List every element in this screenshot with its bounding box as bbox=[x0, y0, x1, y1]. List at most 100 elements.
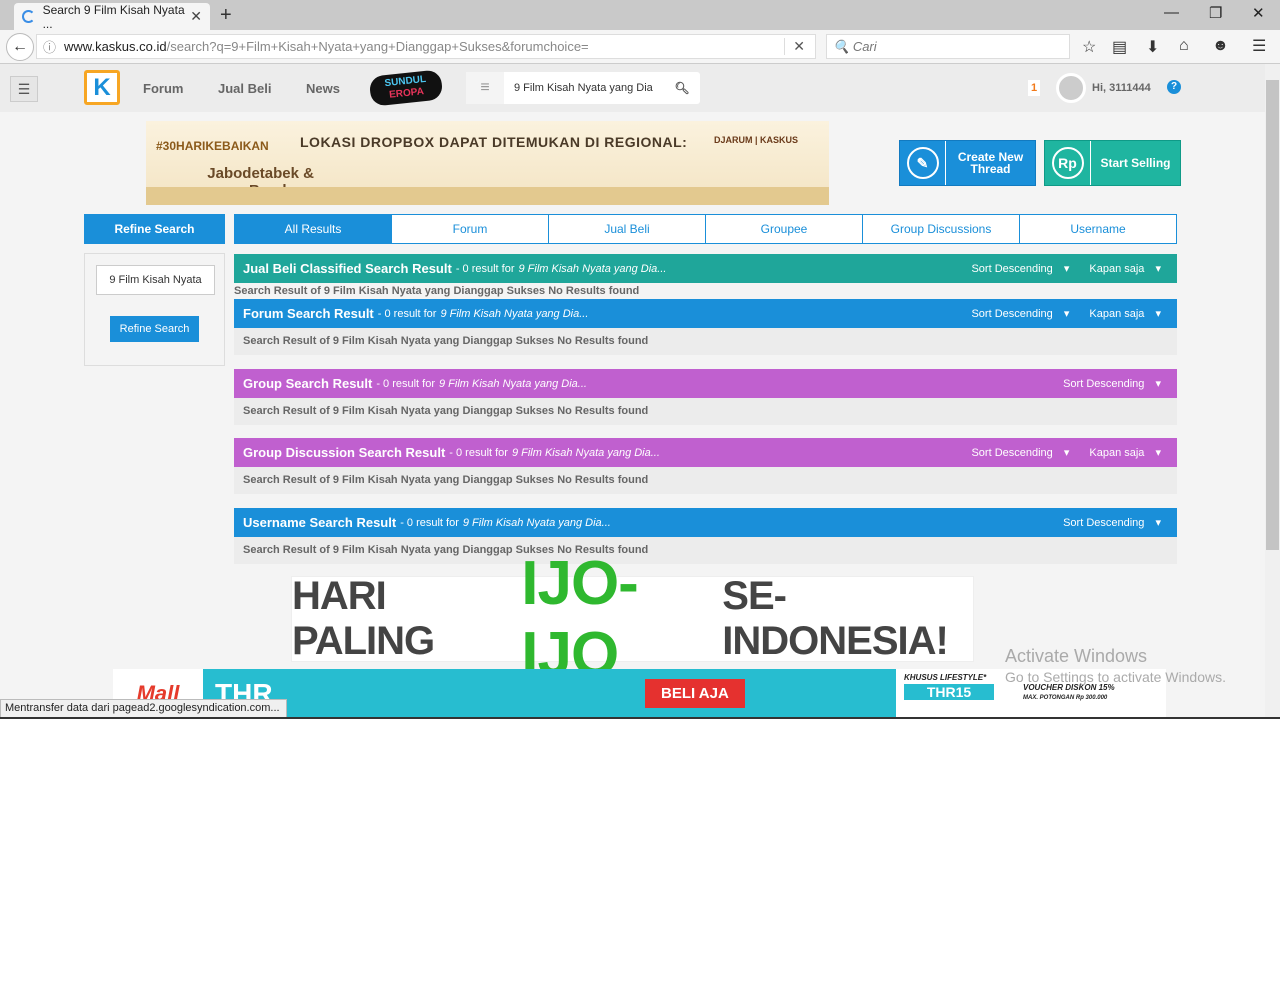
section-body: Search Result of 9 Film Kisah Nyata yang… bbox=[234, 328, 1177, 355]
ad-text-c: SE-INDONESIA! bbox=[722, 574, 949, 663]
section-query: 9 Film Kisah Nyata yang Dia... bbox=[518, 262, 667, 275]
voucher-code: THR15 bbox=[904, 684, 994, 700]
nav-news[interactable]: News bbox=[306, 81, 340, 96]
banner-ad[interactable]: #30HARIKEBAIKAN LOKASI DROPBOX DAPAT DIT… bbox=[146, 121, 829, 205]
tab-forum[interactable]: Forum bbox=[391, 215, 548, 243]
banner-hill bbox=[146, 187, 829, 205]
section-title: Group Discussion Search Result bbox=[243, 445, 446, 460]
beli-aja-button[interactable]: BELI AJA bbox=[645, 679, 745, 708]
section-body: Search Result of 9 Film Kisah Nyata yang… bbox=[234, 398, 1177, 425]
tab-strip: Search 9 Film Kisah Nyata ... ✕ + — ❐ ✕ bbox=[0, 0, 1280, 31]
section-forum: Forum Search Result - 0 result for 9 Film … bbox=[234, 299, 1177, 355]
rupiah-icon: Rp bbox=[1051, 147, 1084, 179]
back-button[interactable]: ← bbox=[6, 33, 34, 61]
window-border bbox=[0, 717, 1280, 719]
restore-button[interactable]: ❐ bbox=[1209, 4, 1222, 22]
tab-groupee[interactable]: Groupee bbox=[705, 215, 862, 243]
section-count: - 0 result for bbox=[376, 377, 435, 390]
close-tab-icon[interactable]: ✕ bbox=[190, 8, 202, 25]
status-bar: Mentransfer data dari pagead2.googlesynd… bbox=[0, 699, 287, 718]
banner-sponsor: DJARUM | KASKUS bbox=[714, 135, 799, 145]
home-icon[interactable]: ⌂ bbox=[1179, 37, 1189, 55]
reading-list-icon[interactable]: ▤ bbox=[1112, 37, 1127, 57]
section-title: Forum Search Result bbox=[243, 306, 374, 321]
site-search-input[interactable]: 9 Film Kisah Nyata yang Dia bbox=[504, 82, 664, 94]
section-title: Jual Beli Classified Search Result bbox=[243, 261, 452, 276]
hamburger-menu-button[interactable]: ☰ bbox=[10, 76, 38, 102]
ad-text-a: HARI PALING bbox=[292, 574, 435, 663]
section-query: 9 Film Kisah Nyata yang Dia... bbox=[440, 307, 589, 320]
site-header: ☰ K Forum Jual Beli News SUNDUL EROPA ≡ 9 … bbox=[0, 64, 1265, 112]
start-selling-button[interactable]: Rp Start Selling bbox=[1044, 140, 1181, 186]
info-icon: ⓘ bbox=[43, 40, 57, 55]
avatar[interactable] bbox=[1056, 73, 1086, 103]
result-tabs: All Results Forum Jual Beli Groupee Grou… bbox=[234, 214, 1177, 244]
ijo-ijo-ad[interactable]: HARI PALING IJO-IJO SE-INDONESIA! bbox=[291, 549, 974, 689]
create-thread-button[interactable]: ✎ Create New Thread bbox=[899, 140, 1036, 186]
voucher-max: MAX. POTONGAN Rp 300.000 bbox=[1023, 695, 1108, 701]
section-group-discussion: Group Discussion Search Result - 0 result… bbox=[234, 438, 1177, 494]
refine-panel: 9 Film Kisah Nyata Refine Search bbox=[84, 253, 225, 366]
nav-bar: ← ⓘ www.kaskus.co.id/search?q=9+Film+Kisa… bbox=[0, 30, 1280, 64]
section-count: - 0 result for bbox=[400, 516, 459, 529]
close-window-button[interactable]: ✕ bbox=[1252, 4, 1265, 22]
pencil-icon: ✎ bbox=[906, 147, 939, 179]
sort-dropdown[interactable]: Sort Descending bbox=[971, 262, 1069, 275]
site-search: ≡ 9 Film Kisah Nyata yang Dia 🔍︎ bbox=[466, 72, 700, 104]
time-dropdown[interactable]: Kapan saja bbox=[1089, 262, 1161, 275]
section-body: Search Result of 9 Film Kisah Nyata yang… bbox=[234, 285, 640, 297]
banner-headline: LOKASI DROPBOX DAPAT DITEMUKAN DI REGION… bbox=[300, 134, 688, 150]
tab-jual-beli[interactable]: Jual Beli bbox=[548, 215, 705, 243]
sort-dropdown[interactable]: Sort Descending bbox=[1063, 377, 1161, 390]
menu-icon[interactable]: ☰ bbox=[1252, 36, 1266, 56]
section-jual-beli: Jual Beli Classified Search Result - 0 re… bbox=[234, 254, 1177, 299]
section-title: Group Search Result bbox=[243, 376, 373, 391]
page: ☰ K Forum Jual Beli News SUNDUL EROPA ≡ 9 … bbox=[0, 64, 1265, 718]
sundul-eropa-logo[interactable]: SUNDUL EROPA bbox=[368, 69, 444, 107]
search-category-icon[interactable]: ≡ bbox=[466, 72, 504, 104]
nav-jual-beli[interactable]: Jual Beli bbox=[218, 81, 271, 96]
start-selling-label: Start Selling bbox=[1100, 156, 1171, 170]
time-dropdown[interactable]: Kapan saja bbox=[1089, 446, 1161, 459]
user-greeting[interactable]: Hi, 3111444 bbox=[1092, 82, 1151, 94]
nav-forum[interactable]: Forum bbox=[143, 81, 183, 96]
help-icon[interactable]: ? bbox=[1167, 80, 1181, 94]
tab-title: Search 9 Film Kisah Nyata ... bbox=[42, 2, 185, 31]
url-domain: www.kaskus.co.id bbox=[64, 39, 167, 54]
create-thread-label: Create New Thread bbox=[957, 150, 1024, 176]
refine-input[interactable]: 9 Film Kisah Nyata bbox=[96, 265, 215, 295]
browser-search-input[interactable]: 🔍 Cari bbox=[826, 34, 1070, 59]
new-tab-button[interactable]: + bbox=[220, 4, 232, 27]
sort-dropdown[interactable]: Sort Descending bbox=[1063, 516, 1161, 529]
browser-tab[interactable]: Search 9 Film Kisah Nyata ... ✕ bbox=[14, 2, 210, 31]
section-count: - 0 result for bbox=[449, 446, 508, 459]
notification-count[interactable]: 1 bbox=[1028, 80, 1040, 96]
url-bar[interactable]: ⓘ www.kaskus.co.id/search?q=9+Film+Kisah+… bbox=[36, 34, 816, 59]
tab-username[interactable]: Username bbox=[1019, 215, 1176, 243]
section-query: 9 Film Kisah Nyata yang Dia... bbox=[439, 377, 587, 390]
section-title: Username Search Result bbox=[243, 515, 397, 530]
sort-dropdown[interactable]: Sort Descending bbox=[971, 307, 1069, 320]
loading-icon bbox=[22, 10, 35, 23]
tab-all-results[interactable]: All Results bbox=[235, 215, 391, 243]
minimize-button[interactable]: — bbox=[1164, 4, 1179, 21]
hello-icon[interactable]: ☻ bbox=[1212, 37, 1229, 55]
tab-group-discussions[interactable]: Group Discussions bbox=[862, 215, 1019, 243]
bookmark-star-icon[interactable]: ☆ bbox=[1082, 37, 1096, 57]
section-count: - 0 result for bbox=[377, 307, 437, 320]
search-placeholder: Cari bbox=[852, 39, 877, 54]
section-query: 9 Film Kisah Nyata yang Dia... bbox=[511, 446, 660, 459]
refine-search-button[interactable]: Refine Search bbox=[110, 316, 199, 342]
search-icon[interactable]: 🔍︎ bbox=[664, 81, 700, 95]
time-dropdown[interactable]: Kapan saja bbox=[1089, 307, 1161, 320]
download-icon[interactable]: ⬇ bbox=[1146, 37, 1159, 57]
section-query: 9 Film Kisah Nyata yang Dia... bbox=[462, 516, 611, 529]
sort-dropdown[interactable]: Sort Descending bbox=[971, 446, 1069, 459]
clear-url-icon[interactable]: ✕ bbox=[784, 38, 805, 55]
kaskus-logo[interactable]: K bbox=[84, 70, 120, 105]
banner-tag: #30HARIKEBAIKAN bbox=[156, 139, 269, 153]
refine-search-title: Refine Search bbox=[84, 214, 225, 244]
activate-windows-text: Go to Settings to activate Windows. bbox=[1005, 669, 1226, 685]
url-path: /search?q=9+Film+Kisah+Nyata+yang+Diangg… bbox=[166, 39, 589, 54]
scrollbar-thumb[interactable] bbox=[1266, 80, 1279, 550]
